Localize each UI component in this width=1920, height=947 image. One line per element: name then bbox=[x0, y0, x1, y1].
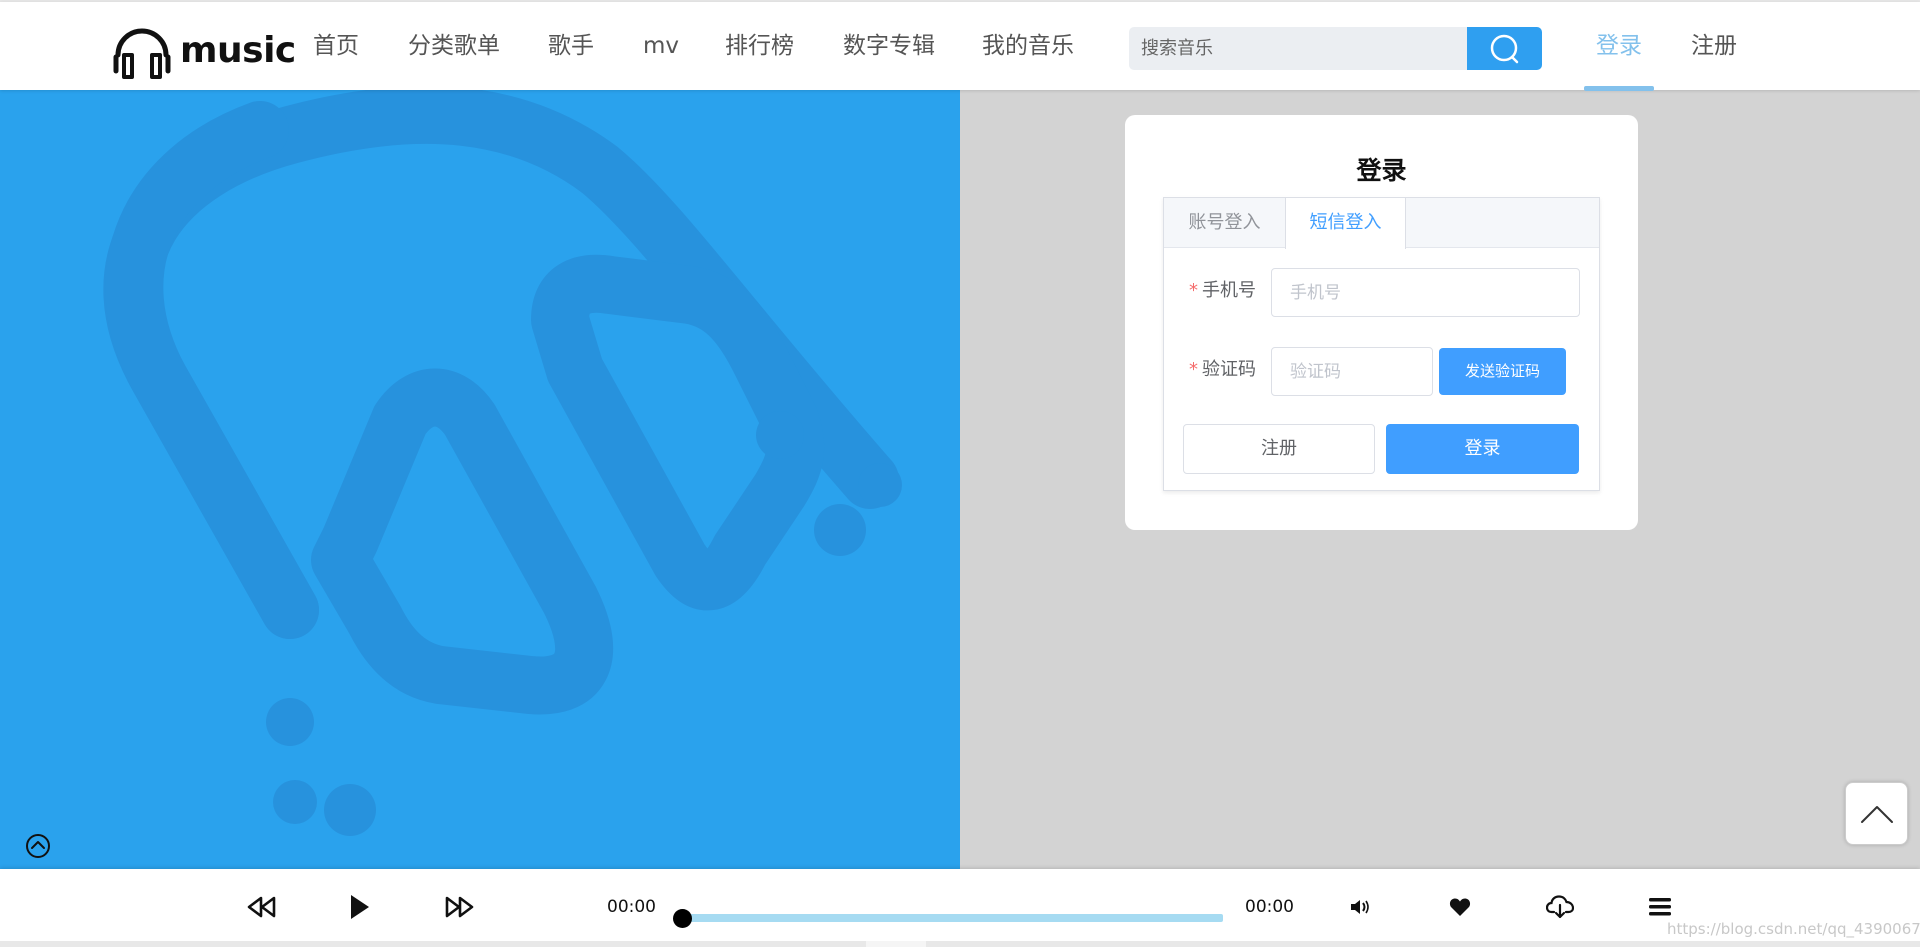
progress-knob[interactable] bbox=[673, 909, 692, 928]
volume-icon bbox=[1351, 900, 1369, 914]
rewind-icon bbox=[247, 896, 276, 918]
play-button[interactable] bbox=[344, 889, 374, 925]
logo[interactable]: music bbox=[110, 18, 296, 82]
music-player: 00:00 00:00 bbox=[0, 869, 1920, 947]
favorite-button[interactable] bbox=[1446, 889, 1474, 925]
phone-input[interactable] bbox=[1272, 269, 1579, 316]
search-icon bbox=[1490, 34, 1518, 63]
phone-label-text: 手机号 bbox=[1202, 280, 1256, 301]
login-button[interactable]: 登录 bbox=[1386, 424, 1579, 474]
menu-icon bbox=[1649, 898, 1671, 916]
nav-mv[interactable]: mv bbox=[643, 2, 679, 90]
search-button[interactable] bbox=[1467, 27, 1542, 70]
next-button[interactable] bbox=[442, 889, 478, 925]
play-icon bbox=[351, 895, 369, 919]
login-tabs: 账号登入 短信登入 *手机号 *验证码 发送验证码 注册 登录 bbox=[1163, 197, 1600, 491]
back-to-top-button[interactable] bbox=[1845, 782, 1908, 845]
player-bottom-border bbox=[0, 941, 1920, 947]
login-title: 登录 bbox=[1356, 156, 1407, 185]
nav-home[interactable]: 首页 bbox=[313, 2, 359, 90]
send-code-button[interactable]: 发送验证码 bbox=[1439, 348, 1566, 395]
nav-singers[interactable]: 歌手 bbox=[548, 2, 594, 90]
tab-sms-login[interactable]: 短信登入 bbox=[1285, 198, 1406, 249]
header: music 首页 分类歌单 歌手 mv 排行榜 数字专辑 我的音乐 登录 注册 bbox=[0, 2, 1920, 90]
search-box bbox=[1129, 27, 1467, 70]
cloud-download-icon bbox=[1546, 895, 1574, 919]
total-time: 00:00 bbox=[1245, 897, 1294, 917]
hero-banner bbox=[0, 90, 960, 869]
current-time: 00:00 bbox=[607, 897, 656, 917]
watermark: https://blog.csdn.net/qq_43900677 bbox=[1667, 920, 1920, 938]
nav-charts[interactable]: 排行榜 bbox=[725, 2, 794, 90]
code-field bbox=[1271, 347, 1433, 396]
download-button[interactable] bbox=[1544, 889, 1576, 925]
previous-button[interactable] bbox=[243, 889, 279, 925]
phone-label: * 手机号 bbox=[1189, 276, 1256, 302]
nav-digital-albums[interactable]: 数字专辑 bbox=[843, 2, 935, 90]
scroll-up-circle-icon[interactable] bbox=[24, 832, 52, 860]
headphones-logo-icon bbox=[113, 28, 171, 79]
nav-my-music[interactable]: 我的音乐 bbox=[982, 2, 1074, 90]
fast-forward-icon bbox=[445, 896, 474, 918]
required-mark: * bbox=[1189, 359, 1198, 380]
code-label: * 验证码 bbox=[1189, 355, 1256, 381]
nav-playlists[interactable]: 分类歌单 bbox=[408, 2, 500, 90]
heart-icon bbox=[1449, 898, 1471, 916]
phone-field bbox=[1271, 268, 1580, 317]
register-link[interactable]: 注册 bbox=[1691, 2, 1737, 90]
player-bottom-handle bbox=[866, 941, 926, 947]
chevron-up-icon bbox=[1860, 805, 1893, 823]
hero-headphones-icon bbox=[103, 90, 902, 836]
login-link[interactable]: 登录 bbox=[1596, 2, 1642, 90]
progress-bar[interactable] bbox=[682, 914, 1223, 922]
register-button[interactable]: 注册 bbox=[1183, 424, 1375, 474]
login-card: 登录 账号登入 短信登入 *手机号 *验证码 发送验证码 注册 登录 bbox=[1125, 115, 1638, 530]
required-mark: * bbox=[1189, 280, 1198, 301]
logo-text: music bbox=[180, 29, 296, 71]
tab-account-login[interactable]: 账号登入 bbox=[1164, 198, 1285, 248]
code-input[interactable] bbox=[1272, 348, 1432, 395]
volume-button[interactable] bbox=[1346, 889, 1374, 925]
active-nav-indicator bbox=[1584, 86, 1654, 91]
search-input[interactable] bbox=[1129, 27, 1467, 70]
code-label-text: 验证码 bbox=[1202, 359, 1256, 380]
